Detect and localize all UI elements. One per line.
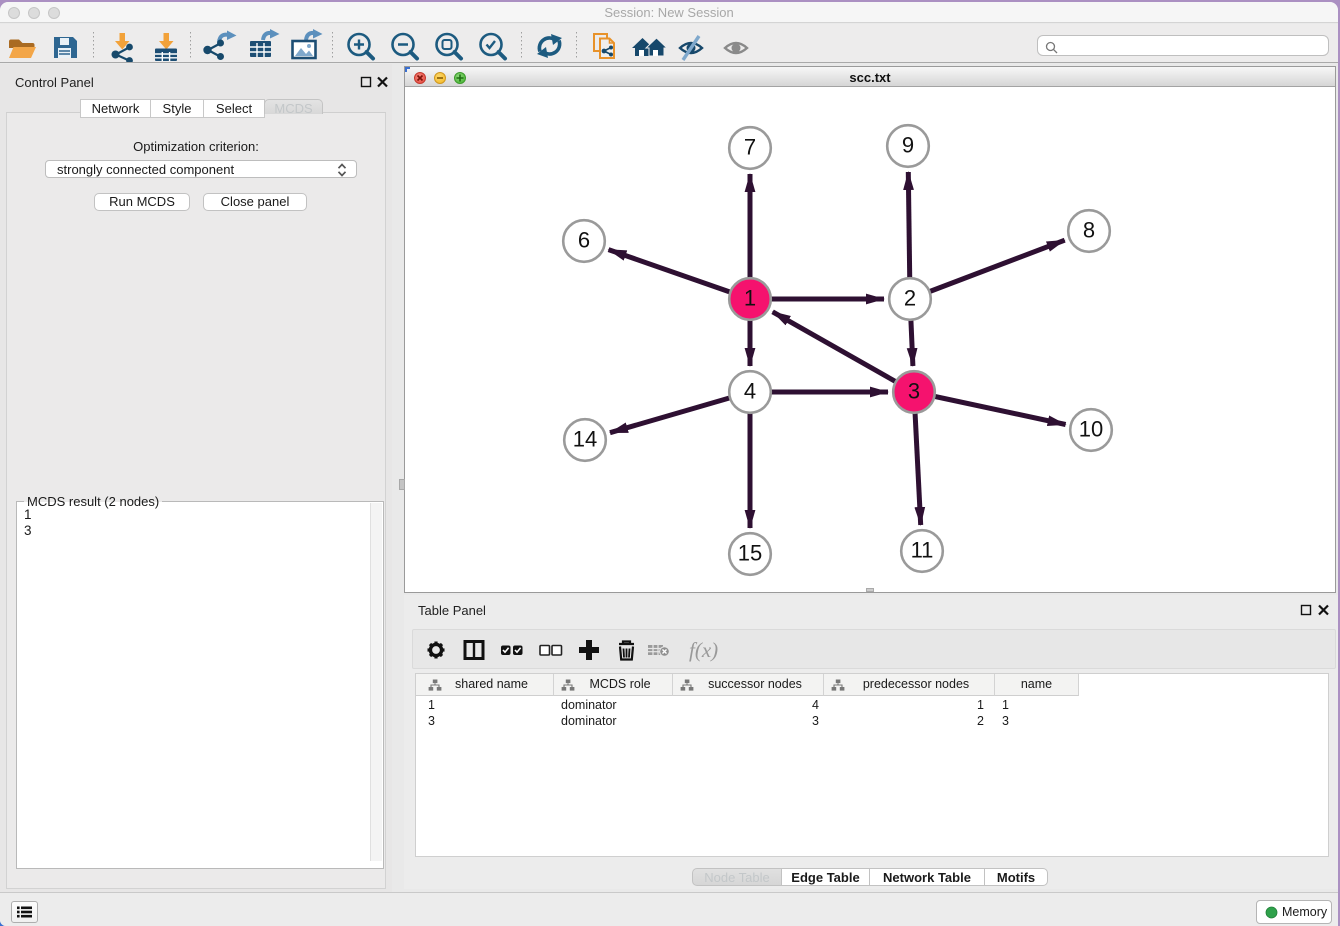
svg-text:2: 2 xyxy=(904,286,916,311)
svg-text:8: 8 xyxy=(1083,218,1095,243)
svg-text:15: 15 xyxy=(738,541,762,566)
svg-text:14: 14 xyxy=(573,427,597,452)
svg-text:6: 6 xyxy=(578,228,590,253)
svg-text:3: 3 xyxy=(908,379,920,404)
svg-text:7: 7 xyxy=(744,135,756,160)
svg-text:1: 1 xyxy=(744,286,756,311)
svg-text:f(x): f(x) xyxy=(689,638,718,662)
svg-text:11: 11 xyxy=(911,538,934,563)
svg-text:9: 9 xyxy=(902,133,914,158)
svg-text:4: 4 xyxy=(744,379,756,404)
svg-text:10: 10 xyxy=(1079,417,1103,442)
